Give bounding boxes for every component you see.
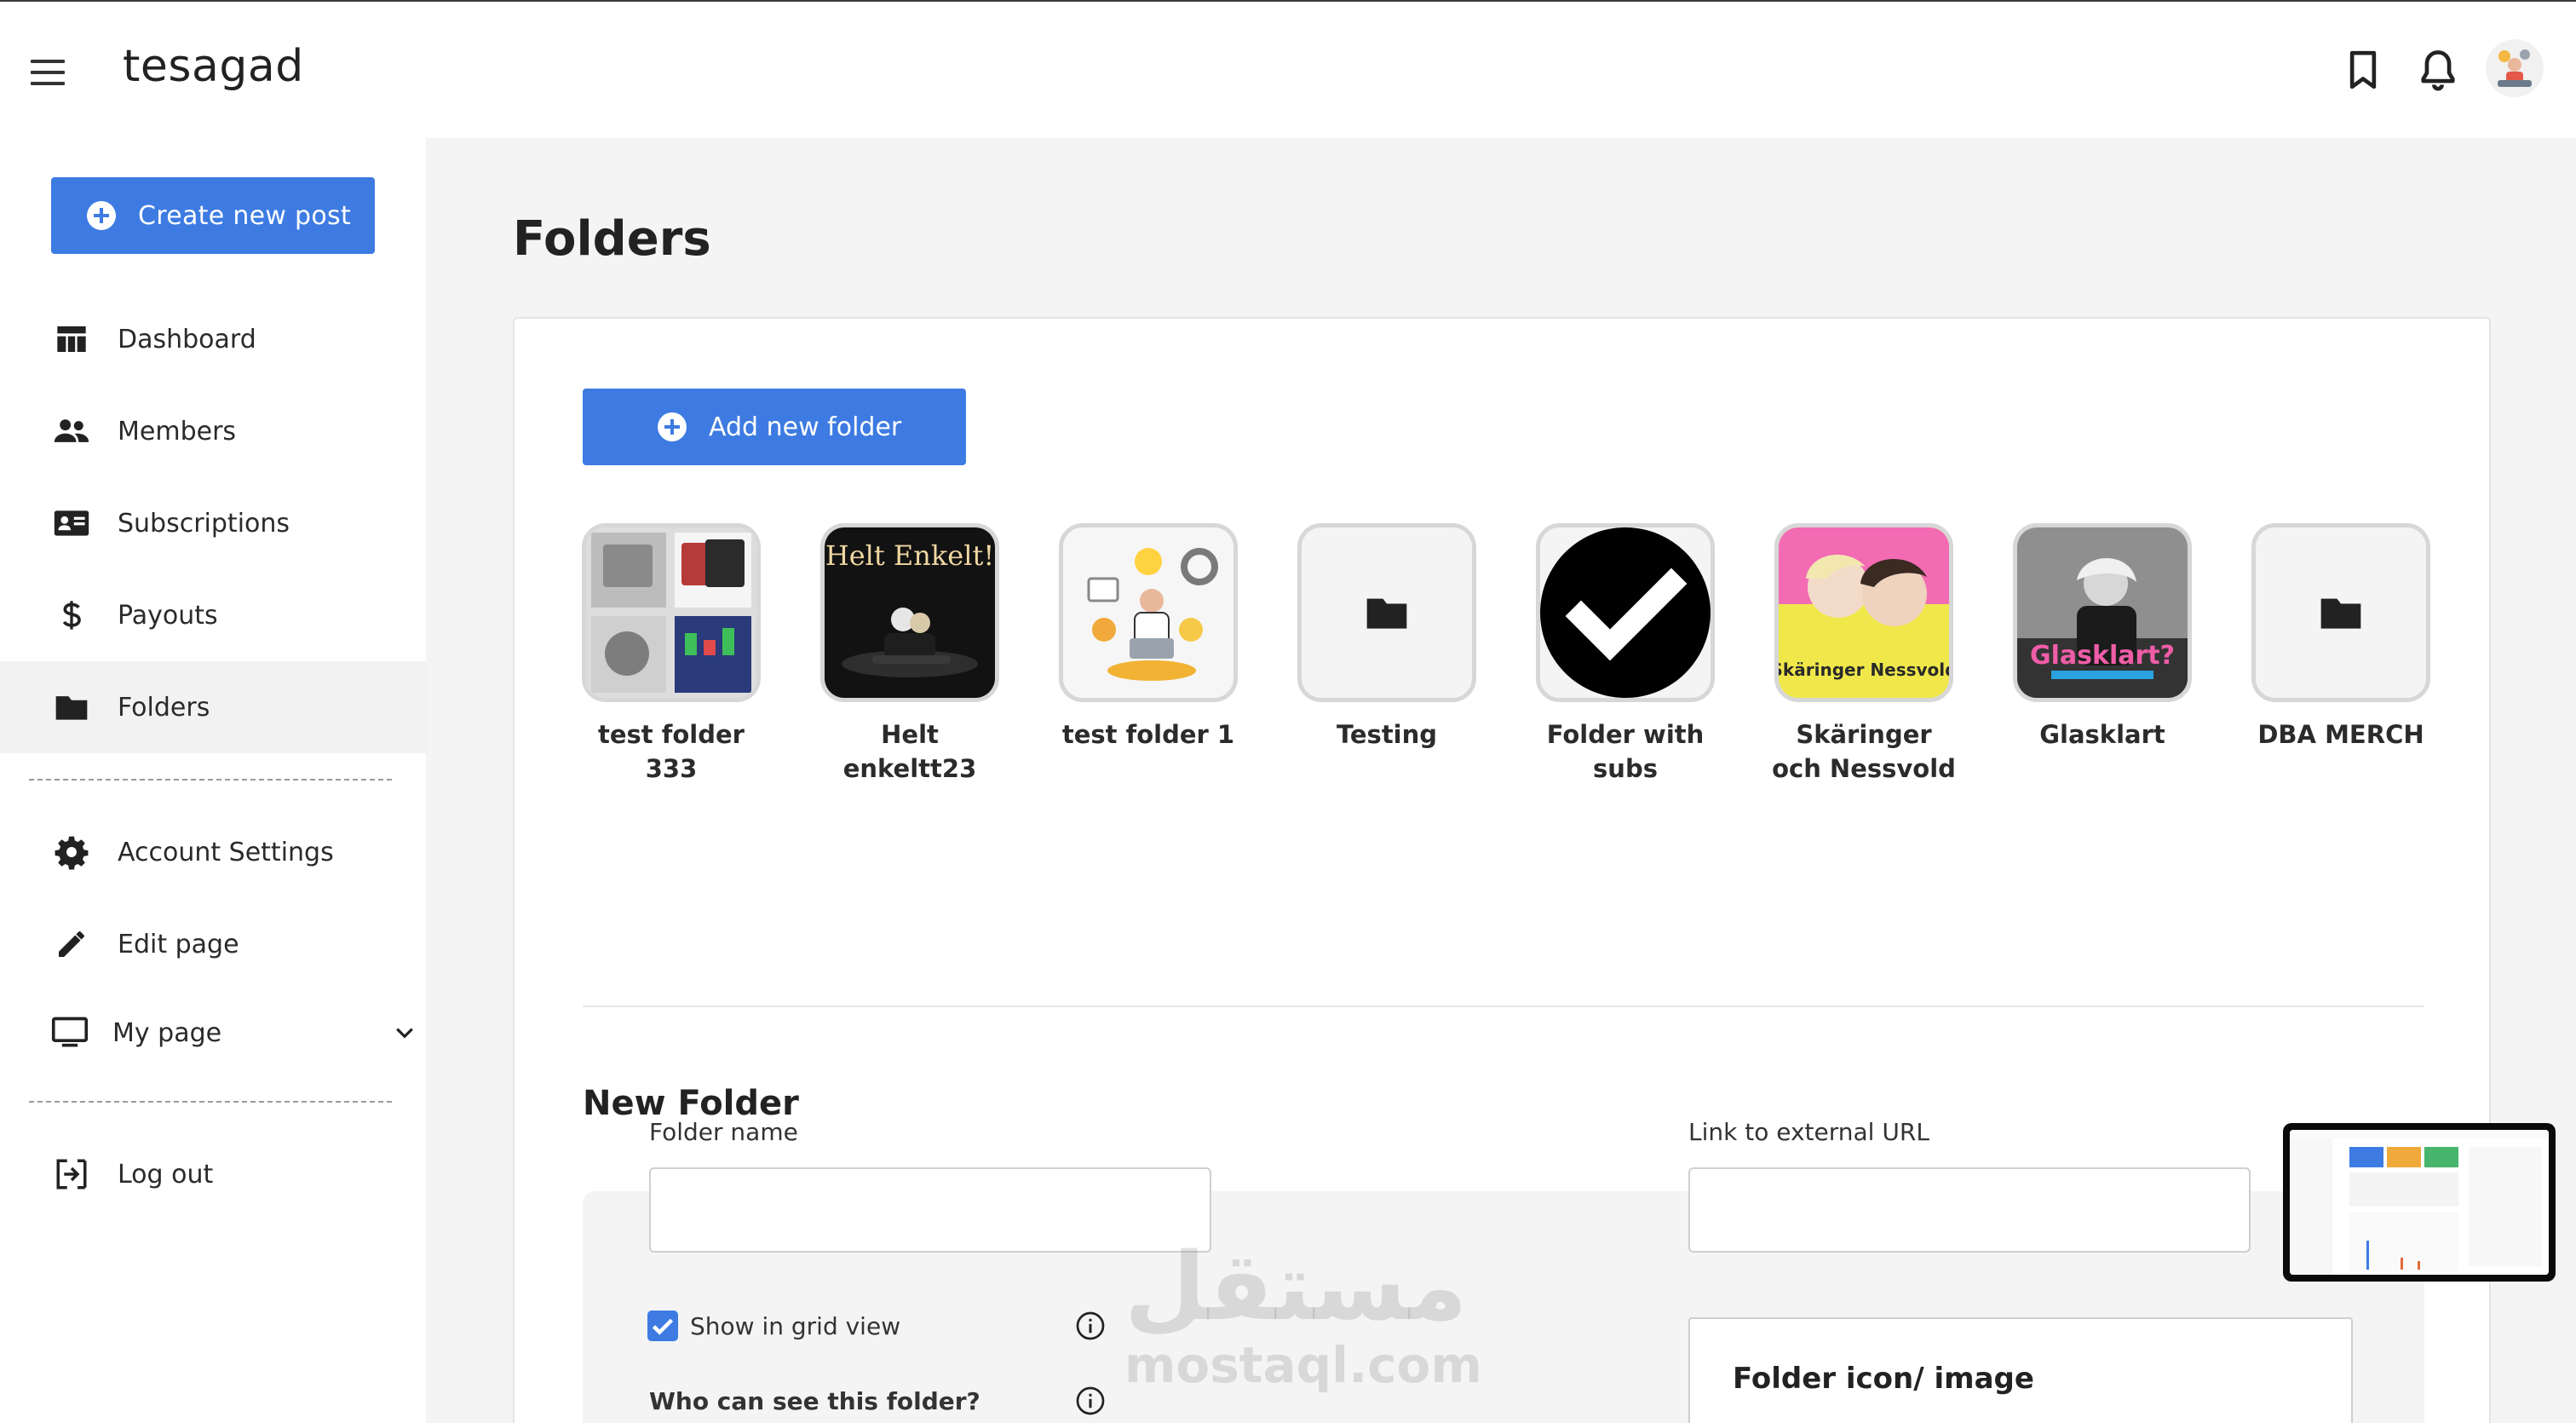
folder-icon [1366,598,1407,629]
folder-name-input[interactable] [649,1167,1211,1253]
folder-thumbnail [1059,523,1238,702]
sidebar-item-account-settings[interactable]: Account Settings [0,806,426,898]
thumbnail-caption: Glasklart? [2030,641,2175,671]
app-header: tesagad [0,2,2576,138]
create-post-button[interactable]: Create new post [51,177,375,254]
folder-name: Skäringer och Nessvold [1772,720,1956,783]
section-divider [583,1005,2424,1007]
sidebar-item-label: Members [118,416,237,446]
chevron-down-icon[interactable] [392,1020,417,1046]
show-grid-checkbox[interactable] [647,1311,678,1341]
folder-thumbnail [582,523,761,702]
menu-icon[interactable] [31,60,65,85]
folder-item[interactable]: test folder 333 [579,523,763,786]
external-url-input[interactable] [1688,1167,2251,1253]
sidebar-item-folders[interactable]: Folders [0,661,426,753]
sidebar-item-label: Account Settings [118,837,334,867]
sidebar-item-label: Folders [118,692,210,723]
show-grid-label: Show in grid view [690,1312,901,1340]
folder-item[interactable]: Glasklart? Glasklart [2010,523,2194,752]
create-post-label: Create new post [138,200,352,231]
plus-circle-icon [658,412,687,441]
pencil-icon [53,925,90,963]
sidebar-item-label: Log out [118,1159,214,1190]
folder-item[interactable]: Helt Enkelt! Helt enkeltt23 [818,523,1002,786]
add-folder-label: Add new folder [709,412,902,442]
folder-item[interactable]: test folder 1 [1056,523,1240,752]
folder-item[interactable]: DBA MERCH [2249,523,2433,752]
bookmark-icon[interactable] [2339,46,2387,94]
folder-icon [53,688,90,726]
sidebar-item-label: Dashboard [118,324,256,354]
gear-icon [53,833,90,871]
sidebar-item-label: Payouts [118,600,218,631]
thumbnail-caption: Skäringer Nessvold [1779,660,1949,680]
sidebar-item-my-page[interactable]: My page [0,987,426,1079]
checkmark-icon [1540,527,1711,698]
sidebar-item-payouts[interactable]: Payouts [0,569,426,661]
members-icon [53,412,90,450]
folder-name: test folder 333 [598,720,745,783]
sidebar-item-label: Subscriptions [118,508,290,539]
folder-thumbnail: Glasklart? [2013,523,2192,702]
folder-name-label: Folder name [649,1118,798,1146]
folder-name: Folder with subs [1546,720,1705,783]
add-folder-button[interactable]: Add new folder [583,389,966,465]
folder-thumbnail: Skäringer Nessvold [1774,523,1953,702]
folder-item[interactable]: Skäringer Nessvold Skäringer och Nessvol… [1772,523,1956,786]
folder-item[interactable]: Folder with subs [1533,523,1717,786]
folder-name: Glasklart [2039,720,2165,749]
dashboard-icon [53,320,90,358]
folder-name: Helt enkeltt23 [842,720,977,783]
folder-thumbnail [1297,523,1476,702]
sidebar: Create new post Dashboard Members Subscr… [0,138,426,1423]
sidebar-item-label: My page [112,1017,222,1048]
main-content: Folders Add new folder test folder 333 H… [426,138,2576,1423]
folder-name: DBA MERCH [2257,720,2424,749]
plus-circle-icon [87,201,116,230]
dollar-icon [53,596,90,634]
folder-thumbnail: Helt Enkelt! [820,523,999,702]
sidebar-item-label: Edit page [118,929,239,959]
folder-thumbnail [1536,523,1715,702]
sidebar-item-dashboard[interactable]: Dashboard [0,293,426,385]
folder-item[interactable]: Testing [1295,523,1479,752]
bell-icon[interactable] [2414,46,2462,94]
monitor-icon [51,1014,89,1051]
visibility-label: Who can see this folder? [649,1387,980,1415]
page-title: Folders [513,211,711,267]
sidebar-item-subscriptions[interactable]: Subscriptions [0,477,426,569]
folder-icon [2320,598,2361,629]
info-icon[interactable] [1075,1386,1106,1416]
screen-preview-thumbnail[interactable] [2283,1123,2556,1282]
folders-card: Add new folder test folder 333 Helt Enke… [513,317,2491,1423]
folder-name: Testing [1336,720,1438,749]
avatar[interactable] [2486,39,2544,97]
info-icon[interactable] [1075,1311,1106,1341]
app-brand[interactable]: tesagad [123,41,304,92]
external-url-label: Link to external URL [1688,1118,1929,1146]
sidebar-divider [29,1101,392,1103]
sidebar-divider [29,779,392,781]
logout-icon [53,1155,90,1193]
sidebar-item-members[interactable]: Members [0,385,426,477]
sidebar-item-edit-page[interactable]: Edit page [0,898,426,990]
folder-thumbnail [2251,523,2430,702]
thumbnail-caption: Helt Enkelt! [825,539,994,572]
folder-icon-image-label: Folder icon/ image [1733,1362,2034,1396]
sidebar-item-log-out[interactable]: Log out [0,1128,426,1220]
subscriptions-icon [53,504,90,542]
folder-name: test folder 1 [1061,720,1235,749]
folder-icon-image-box[interactable]: Folder icon/ image [1688,1317,2353,1423]
preview-screen [2290,1130,2549,1275]
